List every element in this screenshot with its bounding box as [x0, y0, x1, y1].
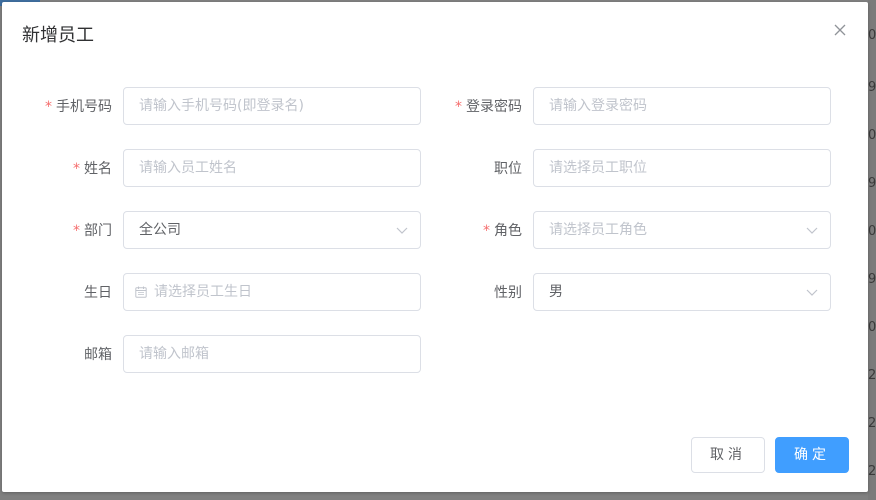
required-mark: * [455, 99, 462, 115]
required-mark: * [73, 223, 80, 239]
background-cell-text: 9 [868, 176, 876, 191]
name-input[interactable]: 请输入员工姓名 [123, 149, 421, 187]
position-placeholder: 请选择员工职位 [549, 160, 647, 176]
background-cell-text: 0 [868, 224, 876, 239]
required-mark: * [483, 223, 490, 239]
role-label: * 角色 [483, 223, 522, 239]
background-cell-text: 0 [868, 28, 876, 43]
background-cell-text: 2 [868, 416, 876, 431]
password-placeholder: 请输入登录密码 [549, 98, 647, 114]
birthday-datepicker[interactable]: 请选择员工生日 [123, 273, 421, 311]
phone-placeholder: 请输入手机号码(即登录名) [139, 98, 304, 114]
email-input[interactable]: 请输入邮箱 [123, 335, 421, 373]
birthday-placeholder: 请选择员工生日 [154, 284, 252, 300]
gender-select[interactable]: 男 [533, 273, 831, 311]
department-select[interactable]: 全公司 [123, 211, 421, 249]
chevron-down-icon [396, 227, 408, 234]
chevron-down-icon [806, 289, 818, 296]
background-cell-text: 2 [868, 368, 876, 383]
add-employee-dialog: 新增员工 * 手机号码 请输入手机号码(即登录名) * 登录密码 请输入登录密码 *… [2, 2, 868, 492]
phone-input[interactable]: 请输入手机号码(即登录名) [123, 87, 421, 125]
background-cell-text: 0 [868, 128, 876, 143]
cancel-button[interactable]: 取消 [691, 437, 765, 473]
background-cell-text: 0 [868, 320, 876, 335]
confirm-button[interactable]: 确定 [775, 437, 849, 473]
chevron-down-icon [806, 227, 818, 234]
email-label: 邮箱 [84, 347, 112, 363]
email-placeholder: 请输入邮箱 [139, 346, 209, 362]
required-mark: * [45, 99, 52, 115]
calendar-icon [135, 286, 147, 298]
dialog-title: 新增员工 [22, 25, 94, 46]
position-label: 职位 [494, 161, 522, 177]
gender-value: 男 [549, 284, 563, 300]
role-placeholder: 请选择员工角色 [549, 222, 647, 238]
background-cell-text: 2 [868, 464, 876, 479]
background-cell-text: 9 [868, 80, 876, 95]
password-input[interactable]: 请输入登录密码 [533, 87, 831, 125]
background-cell-text: 9 [868, 272, 876, 287]
required-mark: * [73, 161, 80, 177]
role-select[interactable]: 请选择员工角色 [533, 211, 831, 249]
password-label: * 登录密码 [455, 99, 522, 115]
department-label: * 部门 [73, 223, 112, 239]
position-input[interactable]: 请选择员工职位 [533, 149, 831, 187]
name-placeholder: 请输入员工姓名 [139, 160, 237, 176]
gender-label: 性别 [494, 285, 522, 301]
name-label: * 姓名 [73, 161, 112, 177]
department-value: 全公司 [139, 222, 181, 238]
close-icon[interactable] [832, 22, 848, 38]
birthday-label: 生日 [84, 285, 112, 301]
phone-label: * 手机号码 [45, 99, 112, 115]
